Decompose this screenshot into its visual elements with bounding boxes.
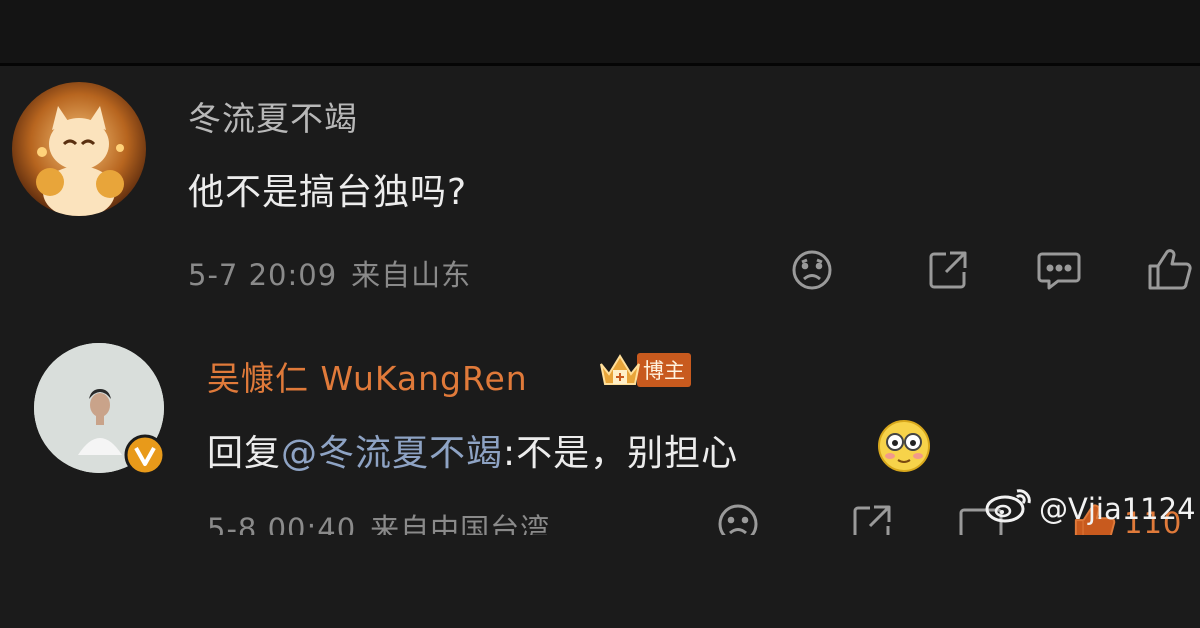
blush-emoji-icon [876,418,934,474]
comment-time: 5-8 00:40 [207,512,357,535]
comment-meta: 5-8 00:40 来自中国台湾 [207,506,550,535]
comment-list: 冬流夏不竭 他不是搞台独吗? 5-7 20:09 来自山东 吴慷仁 WuKang… [0,0,1200,535]
reply-body: :不是，别担心 [503,433,739,474]
comment-text: 他不是搞台独吗? [188,172,468,213]
weibo-logo-icon [985,485,1039,532]
comment-username[interactable]: 吴慷仁 WuKangRen [207,352,528,400]
crown-icon [597,350,643,390]
verified-v-icon [124,434,166,476]
comment-username[interactable]: 冬流夏不竭 [188,92,358,140]
watermark-text: @Vjia1124 [1039,491,1196,526]
share-icon[interactable] [850,502,894,535]
watermark: @Vjia1124 [985,485,1196,532]
sad-face-icon[interactable] [716,502,760,535]
share-icon[interactable] [926,248,970,292]
comment-icon[interactable] [1036,248,1082,292]
comment-meta: 5-7 20:09 来自山东 [188,252,471,294]
comment-location: 来自中国台湾 [370,512,551,535]
badge-label: 博主 [637,353,691,387]
blogger-badge: 博主 [597,350,691,390]
comment-location: 来自山东 [351,258,472,292]
mention-link[interactable]: @冬流夏不竭 [281,433,503,474]
thumbs-up-icon[interactable] [1146,246,1194,292]
bottom-area [0,535,1200,628]
comment-time: 5-7 20:09 [188,258,338,292]
reply-text: 回复@冬流夏不竭:不是，别担心 [207,424,738,476]
sad-face-icon[interactable] [790,248,834,292]
reply-prefix: 回复 [207,433,282,474]
avatar[interactable] [12,82,146,216]
